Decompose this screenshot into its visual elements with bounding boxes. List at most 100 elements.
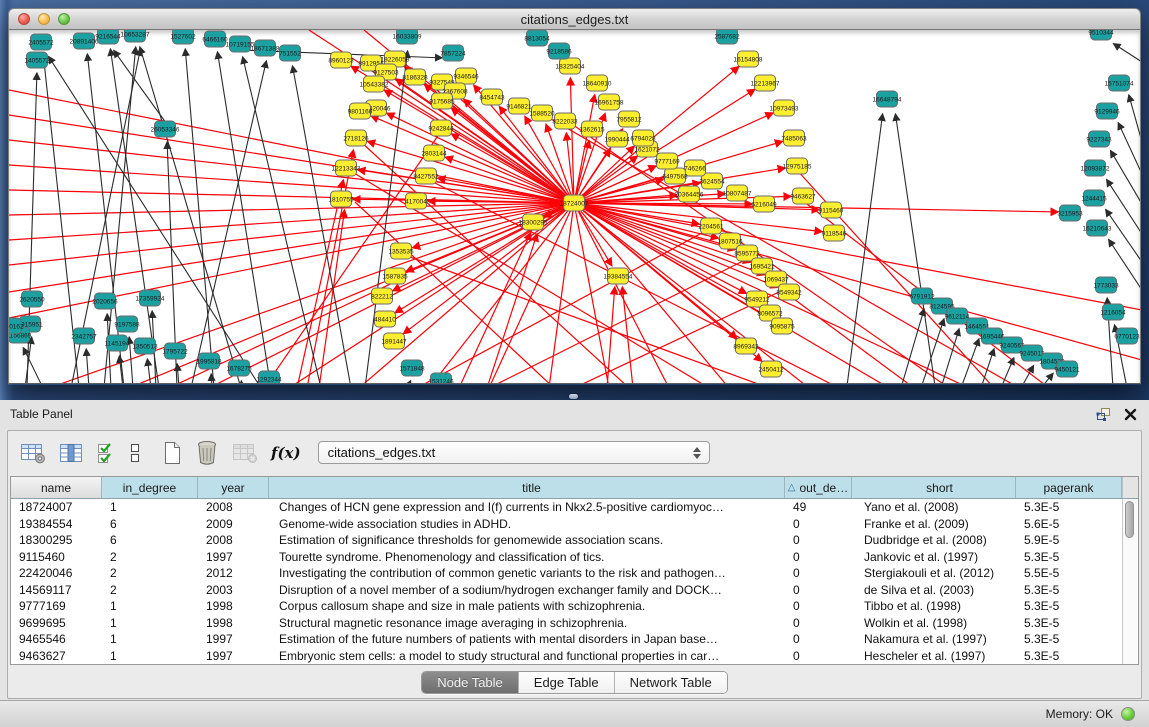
graph-edge[interactable]	[371, 116, 574, 203]
graph-edge[interactable]	[114, 50, 169, 127]
graph-edge[interactable]	[297, 180, 343, 383]
graph-node[interactable]: 9801166	[348, 103, 373, 119]
graph-node[interactable]: 9216544	[95, 30, 121, 44]
graph-edge[interactable]	[191, 61, 266, 383]
graph-node[interactable]: 1587835	[382, 268, 408, 284]
graph-node[interactable]: 7485063	[781, 130, 807, 146]
graph-node[interactable]: 2204561	[698, 218, 724, 234]
graph-edge[interactable]	[1107, 180, 1140, 234]
graph-node[interactable]: 18325404	[556, 58, 585, 74]
graph-node[interactable]: 1795722	[162, 343, 188, 359]
graph-edge[interactable]	[544, 115, 1019, 383]
table-row[interactable]: 946362711997Embryonic stem cells: a mode…	[11, 648, 1122, 665]
graph-node[interactable]: 9463627	[790, 188, 816, 204]
graph-node[interactable]: 8969342	[733, 338, 759, 354]
graph-edge[interactable]	[1111, 151, 1140, 204]
graph-node[interactable]: 12213343	[332, 160, 361, 176]
graph-node[interactable]: 2620550	[19, 291, 45, 307]
close-panel-icon[interactable]	[1124, 408, 1137, 421]
show-columns-icon[interactable]	[59, 442, 83, 464]
graph-edge[interactable]	[941, 329, 959, 383]
graph-node[interactable]: 1810755	[328, 191, 354, 207]
graph-node[interactable]: 7955812	[616, 111, 642, 127]
graph-node[interactable]: 9118546	[822, 225, 847, 241]
graph-node[interactable]: 16648794	[873, 91, 902, 107]
table-row[interactable]: 1456911722003Disruption of a novel membe…	[11, 582, 1122, 599]
graph-node[interactable]: 9197588	[114, 316, 140, 332]
graph-edge[interactable]	[49, 203, 574, 383]
graph-node[interactable]: 2803144	[421, 145, 447, 161]
graph-edge[interactable]	[981, 349, 994, 383]
graph-node[interactable]: 12975185	[783, 158, 812, 174]
graph-node[interactable]: 18300295	[519, 214, 548, 230]
graph-node[interactable]: 12093872	[1081, 160, 1110, 176]
table-row[interactable]: 1872400712008Changes of HCN gene express…	[11, 499, 1122, 516]
table-row[interactable]: 977716911998Corpus callosum shape and si…	[11, 598, 1122, 615]
graph-node[interactable]: 10973493	[770, 100, 799, 116]
graph-node[interactable]: 6794028	[630, 130, 656, 146]
minimize-window-button[interactable]	[38, 13, 50, 25]
graph-node[interactable]: 2342757	[71, 328, 97, 344]
graph-node[interactable]: 10807487	[723, 185, 752, 201]
float-panel-icon[interactable]	[1096, 407, 1111, 421]
network-graph[interactable]: 1872400718325404896012389129541822605891…	[9, 30, 1140, 383]
graph-node[interactable]: 9146821	[506, 98, 532, 114]
graph-node[interactable]: 9115460	[819, 202, 844, 218]
graph-node[interactable]: 9612114	[945, 308, 970, 324]
graph-node[interactable]: 8454743	[479, 89, 505, 105]
graph-node[interactable]: 6466160	[202, 31, 228, 47]
tab-network-table[interactable]: Network Table	[615, 672, 727, 693]
scrollbar-thumb[interactable]	[1125, 501, 1134, 538]
table-row[interactable]: 969969511998Structural magnetic resonanc…	[11, 615, 1122, 632]
graph-node[interactable]: 1362615	[579, 121, 605, 137]
row-height-icon[interactable]	[129, 441, 141, 465]
graph-edge[interactable]	[1129, 95, 1140, 142]
column-header-pagerank[interactable]: pagerank	[1016, 477, 1122, 498]
graph-edge[interactable]	[86, 349, 89, 383]
graph-node[interactable]: 18724007	[560, 195, 589, 211]
graph-node[interactable]: 1145194	[105, 335, 130, 351]
graph-node[interactable]: 1588520	[529, 105, 555, 121]
graph-node[interactable]: 9777169	[654, 153, 680, 169]
graph-edge[interactable]	[211, 374, 212, 383]
graph-node[interactable]: 1216054	[1100, 304, 1126, 320]
graph-node[interactable]: 9450121	[1054, 361, 1080, 377]
graph-edge[interactable]	[1114, 44, 1140, 62]
tab-edge-table[interactable]: Edge Table	[519, 672, 615, 693]
table-row[interactable]: 911546021997Tourette syndrome. Phenomeno…	[11, 549, 1122, 566]
graph-node[interactable]: 15751074	[1105, 75, 1134, 91]
network-canvas[interactable]: 1872400718325404896012389129541822605891…	[8, 30, 1141, 384]
graph-node[interactable]: 9218586	[546, 43, 572, 59]
column-header-out_de[interactable]: △out_de…	[785, 477, 852, 498]
graph-node[interactable]: 1531246	[428, 373, 454, 383]
graph-edge[interactable]	[241, 381, 242, 383]
graph-edge[interactable]	[1041, 373, 1053, 383]
graph-node[interactable]: 6497568	[662, 168, 688, 184]
close-window-button[interactable]	[18, 13, 30, 25]
graph-node[interactable]: 2405572	[28, 34, 54, 50]
graph-edge[interactable]	[1118, 123, 1140, 174]
graph-node[interactable]: 10543382	[360, 76, 389, 92]
zoom-window-button[interactable]	[58, 13, 70, 25]
graph-node[interactable]: 2587682	[714, 30, 740, 44]
panel-resize-grip[interactable]	[569, 394, 578, 399]
graph-node[interactable]: 16961758	[595, 94, 624, 110]
graph-node[interactable]: 1678275	[226, 360, 252, 376]
table-settings-icon[interactable]	[20, 442, 46, 464]
table-row[interactable]: 1830029562008Estimation of significance …	[11, 532, 1122, 549]
table-source-dropdown[interactable]: citations_edges.txt	[318, 441, 710, 464]
graph-node[interactable]: 1405572	[24, 52, 50, 68]
graph-node[interactable]: 1292344	[256, 371, 282, 383]
graph-node[interactable]: 1773033	[1093, 277, 1119, 293]
graph-node[interactable]: 1244415	[1081, 190, 1107, 206]
column-header-short[interactable]: short	[852, 477, 1016, 498]
graph-node[interactable]: 9095875	[769, 318, 795, 334]
column-header-title[interactable]: title	[269, 477, 785, 498]
graph-node[interactable]: 1990444	[604, 131, 630, 147]
graph-edge[interactable]	[402, 254, 769, 383]
graph-node[interactable]: 18640910	[583, 75, 612, 91]
column-header-year[interactable]: year	[198, 477, 269, 498]
graph-node[interactable]: 9129946	[1094, 103, 1120, 119]
graph-node[interactable]: 26053346	[151, 121, 180, 137]
graph-node[interactable]: 6216049	[751, 196, 777, 212]
